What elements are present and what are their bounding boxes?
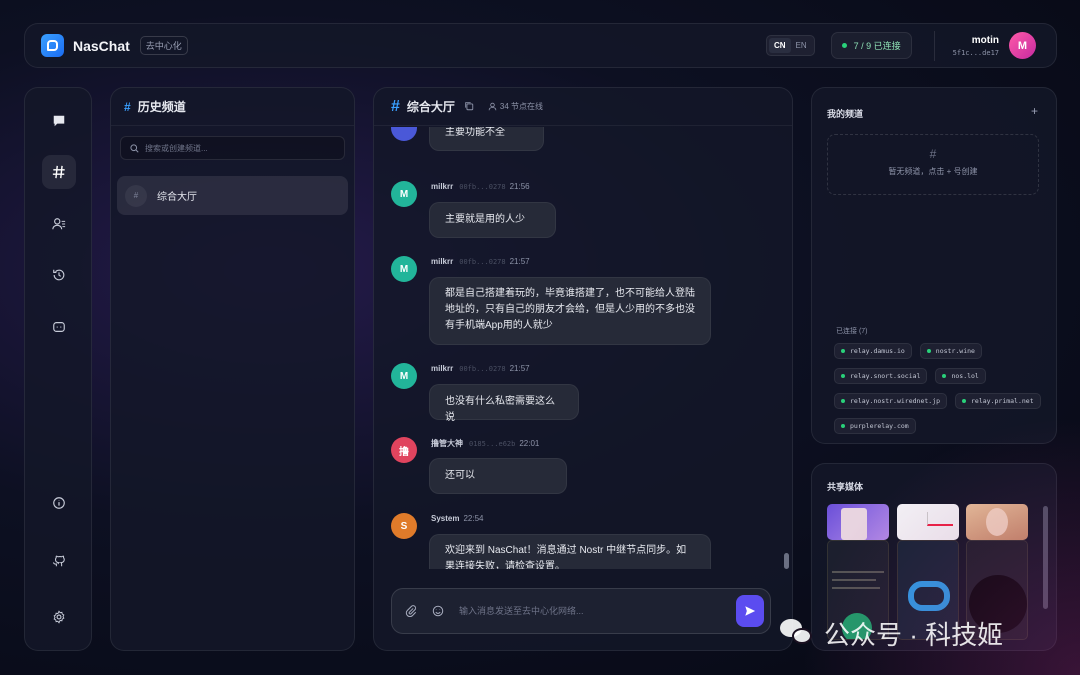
language-toggle: CN EN xyxy=(765,35,815,56)
message-meta: System 22:54 xyxy=(431,514,484,523)
channel-item-lobby[interactable]: # 综合大厅 xyxy=(117,176,348,215)
connection-status[interactable]: 7 / 9 已连接 xyxy=(830,32,912,59)
message-bubble: 主要就是用的人少 xyxy=(429,202,556,238)
media-scrollbar[interactable] xyxy=(1043,506,1048,609)
media-thumb-image[interactable] xyxy=(827,504,889,540)
hash-icon: # xyxy=(929,147,937,161)
message-avatar: S xyxy=(391,513,417,539)
empty-channels-text: 暂无频道，点击 + 号创建 xyxy=(888,167,978,176)
user-name: motin xyxy=(971,34,999,46)
channel-hash-icon: # xyxy=(125,184,147,207)
empty-channels-placeholder: # 暂无频道，点击 + 号创建 xyxy=(827,134,1039,195)
lang-en-button[interactable]: EN xyxy=(791,38,812,53)
emoji-icon[interactable] xyxy=(432,605,444,617)
relay-chip[interactable]: nos.lol xyxy=(935,368,986,384)
send-button[interactable] xyxy=(736,595,764,627)
history-icon[interactable] xyxy=(42,258,76,292)
status-dot-icon xyxy=(841,43,847,48)
message-bubble: 还可以 xyxy=(429,458,567,494)
lang-cn-button[interactable]: CN xyxy=(768,38,791,53)
relay-chip[interactable]: relay.snort.social xyxy=(834,368,928,384)
hash-icon[interactable] xyxy=(42,155,76,189)
message-bubble: 欢迎来到 NasChat！消息通过 Nostr 中继节点同步。如 果连接失败，请… xyxy=(429,534,711,569)
brand-name: NasChat xyxy=(73,37,130,54)
app-header: NasChat 去中心化 CN EN 7 / 9 已连接 motin 5f1c.… xyxy=(24,23,1057,68)
message-composer xyxy=(391,588,771,634)
search-icon xyxy=(130,143,139,153)
app-logo-icon xyxy=(41,34,64,57)
media-thumb-image[interactable] xyxy=(897,504,959,540)
chat-title: 综合大厅 xyxy=(406,100,455,114)
media-thumb-image[interactable] xyxy=(966,504,1028,540)
info-icon[interactable] xyxy=(42,486,76,520)
user-pubkey: 5f1c...de17 xyxy=(952,48,999,57)
github-icon[interactable] xyxy=(42,544,76,578)
channel-search[interactable] xyxy=(120,136,345,160)
message-bubble: 都是自己搭建着玩的，毕竟谁搭建了，也不可能给人登陆 地址的，只有自己的朋友才会给… xyxy=(429,277,711,345)
message-bubble: 主要功能不全 xyxy=(429,127,544,151)
message-meta: milkrr 00fb...0278 21:57 xyxy=(431,257,530,266)
chat-icon[interactable] xyxy=(42,104,76,138)
connection-status-text: 7 / 9 已连接 xyxy=(853,41,901,51)
message-meta: milkrr 00fb...0278 21:56 xyxy=(431,182,530,191)
my-channels-title: 我的频道 xyxy=(827,109,864,119)
user-avatar[interactable]: M xyxy=(1009,32,1036,59)
message-input[interactable] xyxy=(459,606,736,616)
send-icon xyxy=(745,606,756,616)
user-info[interactable]: motin 5f1c...de17 xyxy=(953,35,999,57)
message-avatar: M xyxy=(391,256,417,282)
copy-icon[interactable] xyxy=(464,98,474,116)
chat-header: # 综合大厅 34 节点在线 xyxy=(374,88,792,126)
contacts-icon[interactable] xyxy=(42,207,76,241)
relay-chip[interactable]: relay.primal.net xyxy=(955,393,1041,409)
relay-chip[interactable]: purplerelay.com xyxy=(834,418,916,434)
channel-list-panel: # 历史频道 # 综合大厅 xyxy=(110,87,355,651)
hash-icon: # xyxy=(391,97,400,115)
channel-search-input[interactable] xyxy=(145,143,325,153)
watermark: 公众号 · 科技姬 xyxy=(780,612,1050,654)
wechat-icon xyxy=(780,619,814,647)
relay-chip[interactable]: relay.nostr.wirednet.jp xyxy=(834,393,948,409)
connected-relays-label: 已连接 (7) xyxy=(836,328,868,335)
message-avatar: M xyxy=(391,181,417,207)
hash-icon: # xyxy=(124,99,131,114)
relay-chip[interactable]: nostr.wine xyxy=(919,343,982,359)
bot-icon[interactable] xyxy=(42,310,76,344)
channel-item-label: 综合大厅 xyxy=(157,192,197,203)
online-count: 34 节点在线 xyxy=(488,101,543,112)
user-icon xyxy=(488,102,497,111)
channel-list-title: 历史频道 xyxy=(137,100,186,114)
relay-list: relay.damus.io nostr.wine relay.snort.so… xyxy=(834,343,1044,434)
add-channel-button[interactable]: + xyxy=(1031,104,1038,120)
message-bubble: 也没有什么私密需要这么说 xyxy=(429,384,579,423)
attach-icon[interactable] xyxy=(405,605,417,617)
message-avatar: 撸 xyxy=(391,437,417,463)
brand-tag: 去中心化 xyxy=(139,36,188,55)
channel-list-header: # 历史频道 xyxy=(111,88,354,126)
message-meta: milkrr 00fb...0278 21:57 xyxy=(431,364,530,373)
message-list[interactable]: 主要功能不全 M milkrr 00fb...0278 21:56 主要就是用的人少… xyxy=(374,127,786,569)
watermark-text: 公众号 · 科技姬 xyxy=(824,619,1004,650)
settings-icon[interactable] xyxy=(42,600,76,634)
nav-rail xyxy=(24,87,92,651)
message-scrollbar[interactable] xyxy=(784,553,789,569)
shared-media-title: 共享媒体 xyxy=(827,482,864,492)
message-meta: 撸管大神 0185...e62b 22:01 xyxy=(431,439,540,448)
message-avatar xyxy=(391,127,417,141)
header-divider xyxy=(933,30,935,61)
my-channels-panel: 我的频道 + # 暂无频道，点击 + 号创建 已连接 (7) relay.dam… xyxy=(811,87,1057,444)
message-avatar: M xyxy=(391,363,417,389)
my-channels-header: 我的频道 + xyxy=(812,88,1056,120)
relay-chip[interactable]: relay.damus.io xyxy=(834,343,912,359)
online-count-text: 34 节点在线 xyxy=(499,102,544,111)
chat-panel: # 综合大厅 34 节点在线 主要功能不全 M milkrr 00fb...027… xyxy=(373,87,793,651)
